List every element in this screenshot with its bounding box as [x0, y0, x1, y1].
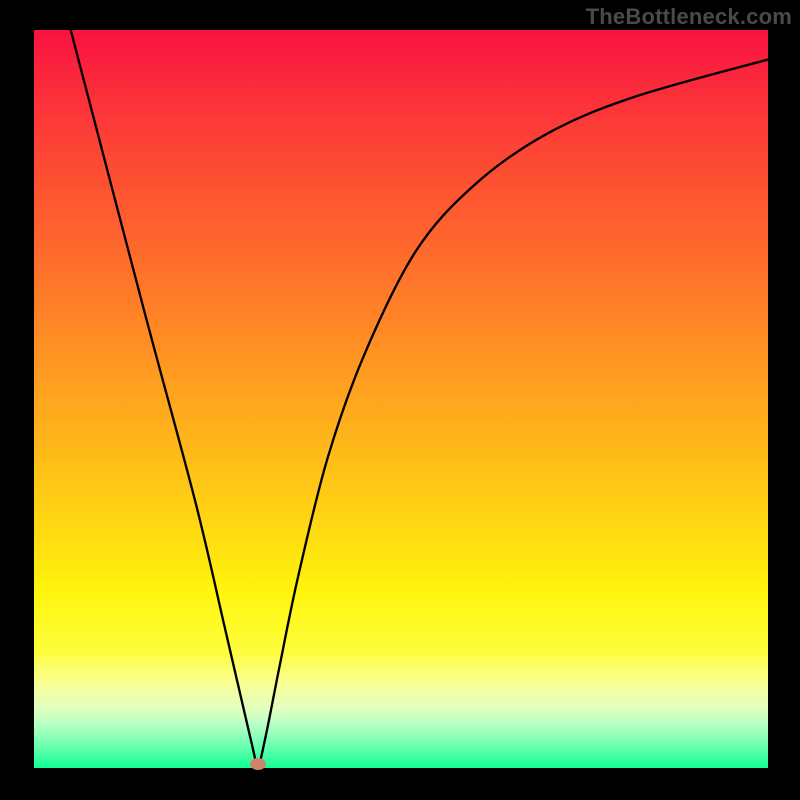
- plot-area: [34, 30, 768, 768]
- minimum-marker: [250, 758, 266, 770]
- watermark-text: TheBottleneck.com: [586, 4, 792, 30]
- chart-frame: TheBottleneck.com: [0, 0, 800, 800]
- line-curve: [34, 30, 768, 768]
